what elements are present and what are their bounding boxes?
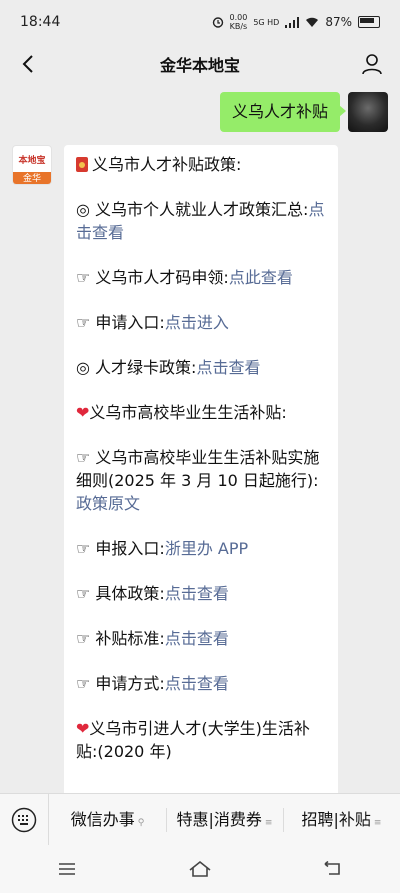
- recent-apps-button[interactable]: [47, 849, 87, 889]
- paragraph-text: ◎ 人才绿卡政策:: [76, 358, 197, 377]
- sent-message-bubble[interactable]: 义乌人才补贴: [219, 92, 347, 132]
- section-title-text: 义乌市高校毕业生生活补贴:: [89, 403, 287, 422]
- page-title: 金华本地宝: [159, 56, 240, 75]
- profile-button[interactable]: [358, 50, 386, 78]
- back-arrow-icon: [324, 861, 341, 875]
- message-title: 义乌市人才补贴政策:: [76, 153, 326, 176]
- message-paragraph: ◎ 人才绿卡政策:点击查看: [76, 356, 326, 379]
- link-subsidy-standard[interactable]: 点击查看: [165, 629, 229, 648]
- paragraph-text: ◎ 义乌市个人就业人才政策汇总:: [76, 200, 309, 219]
- menu-item-label: 特惠|消费券: [176, 809, 262, 829]
- paragraph-text: ☞ 申请入口:: [76, 313, 165, 332]
- link-apply-entry[interactable]: 点击进入: [165, 313, 229, 332]
- bot-avatar-tag: 金华: [13, 172, 51, 184]
- section-title: ❤义乌市高校毕业生生活补贴:: [76, 401, 326, 424]
- status-bar: 18:44 0.00 KB/s 5G HD 87%: [0, 0, 400, 44]
- paragraph-text: ☞ 具体政策:: [76, 584, 165, 603]
- menu-item-label: 招聘|补贴: [301, 809, 371, 829]
- net-speed-unit: KB/s: [229, 22, 248, 31]
- menu-item-jobs[interactable]: 招聘|补贴 ≡: [283, 794, 400, 846]
- link-icon: ⚲: [137, 817, 145, 828]
- chevron-left-icon: [22, 55, 33, 73]
- bot-avatar-logo: 本地宝: [18, 155, 46, 166]
- nav-bar: 金华本地宝: [0, 44, 400, 84]
- submenu-icon: ≡: [264, 817, 273, 828]
- wifi-icon: [306, 17, 319, 27]
- message-paragraph: ◎ 义乌市个人就业人才政策汇总:点击查看: [76, 198, 326, 244]
- submenu-icon: ≡: [373, 817, 382, 828]
- keyboard-icon: [11, 807, 37, 832]
- alarm-icon: [212, 17, 223, 28]
- link-green-card[interactable]: 点击查看: [196, 358, 260, 377]
- net-speed-value: 0.00: [229, 13, 248, 22]
- menu-item-wechat-service[interactable]: 微信办事 ⚲: [49, 794, 166, 846]
- heart-icon: ❤: [76, 719, 90, 738]
- link-specific-policy[interactable]: 点击查看: [165, 584, 229, 603]
- system-nav-bar: [0, 845, 400, 893]
- battery-percent: 87%: [325, 15, 352, 29]
- person-icon: [362, 54, 382, 75]
- section-title-text: 义乌市引进人才(大学生)生活补贴:(2020 年): [76, 719, 310, 761]
- signal-icon: [285, 16, 300, 28]
- link-apply-method[interactable]: 点击查看: [165, 674, 229, 693]
- message-paragraph: ☞ 申报入口:浙里办 APP: [76, 537, 326, 560]
- sent-message-row: 义乌人才补贴: [219, 92, 388, 132]
- message-paragraph: ☞ 义乌市人才码申领:点此查看: [76, 266, 326, 289]
- paragraph-text: ☞ 申请方式:: [76, 674, 165, 693]
- keyboard-button[interactable]: [0, 793, 49, 846]
- status-time: 18:44: [20, 14, 61, 30]
- message-paragraph: ☞ 申请方式:点击查看: [76, 672, 326, 695]
- section-title: ❤义乌市引进人才(大学生)生活补贴:(2020 年): [76, 717, 326, 763]
- red-envelope-icon: [76, 157, 88, 172]
- paragraph-text: ☞ 义乌市高校毕业生生活补贴实施细则(2025 年 3 月 10 日起施行):: [76, 448, 320, 490]
- bot-avatar[interactable]: 本地宝 金华: [12, 145, 52, 185]
- paragraph-text: ☞ 补贴标准:: [76, 629, 165, 648]
- net-speed: 0.00 KB/s: [230, 13, 248, 31]
- message-paragraph: ☞ 义乌市高校毕业生生活补贴实施细则(2025 年 3 月 10 日起施行): 政…: [76, 446, 326, 515]
- status-icons: 0.00 KB/s 5G HD 87%: [212, 13, 380, 31]
- link-zheliban-app[interactable]: 浙里办 APP: [165, 539, 248, 558]
- battery-icon: [358, 16, 380, 28]
- home-icon: [189, 860, 211, 877]
- menu-item-label: 微信办事: [70, 809, 135, 829]
- message-title-text: 义乌市人才补贴政策:: [92, 155, 242, 174]
- message-paragraph: ☞ 申请入口:点击进入: [76, 311, 326, 334]
- message-paragraph: ☞ 补贴标准:点击查看: [76, 627, 326, 650]
- paragraph-text: ☞ 义乌市人才码申领:: [76, 268, 229, 287]
- received-message-bubble: 义乌市人才补贴政策: ◎ 义乌市个人就业人才政策汇总:点击查看 ☞ 义乌市人才码…: [64, 145, 338, 805]
- back-system-button[interactable]: [313, 849, 353, 889]
- user-avatar[interactable]: [348, 92, 388, 132]
- network-type: 5G HD: [253, 17, 280, 27]
- home-button[interactable]: [180, 849, 220, 889]
- link-talent-code[interactable]: 点此查看: [229, 268, 293, 287]
- menu-item-deals[interactable]: 特惠|消费券 ≡: [166, 794, 283, 846]
- message-paragraph: ☞ 具体政策:点击查看: [76, 582, 326, 605]
- heart-icon: ❤: [76, 403, 90, 422]
- back-button[interactable]: [14, 50, 42, 78]
- bottom-menu: 微信办事 ⚲ 特惠|消费券 ≡ 招聘|补贴 ≡: [0, 793, 400, 846]
- paragraph-text: ☞ 申报入口:: [76, 539, 165, 558]
- link-policy-original[interactable]: 政策原文: [76, 494, 140, 513]
- menu-icon: [58, 863, 75, 875]
